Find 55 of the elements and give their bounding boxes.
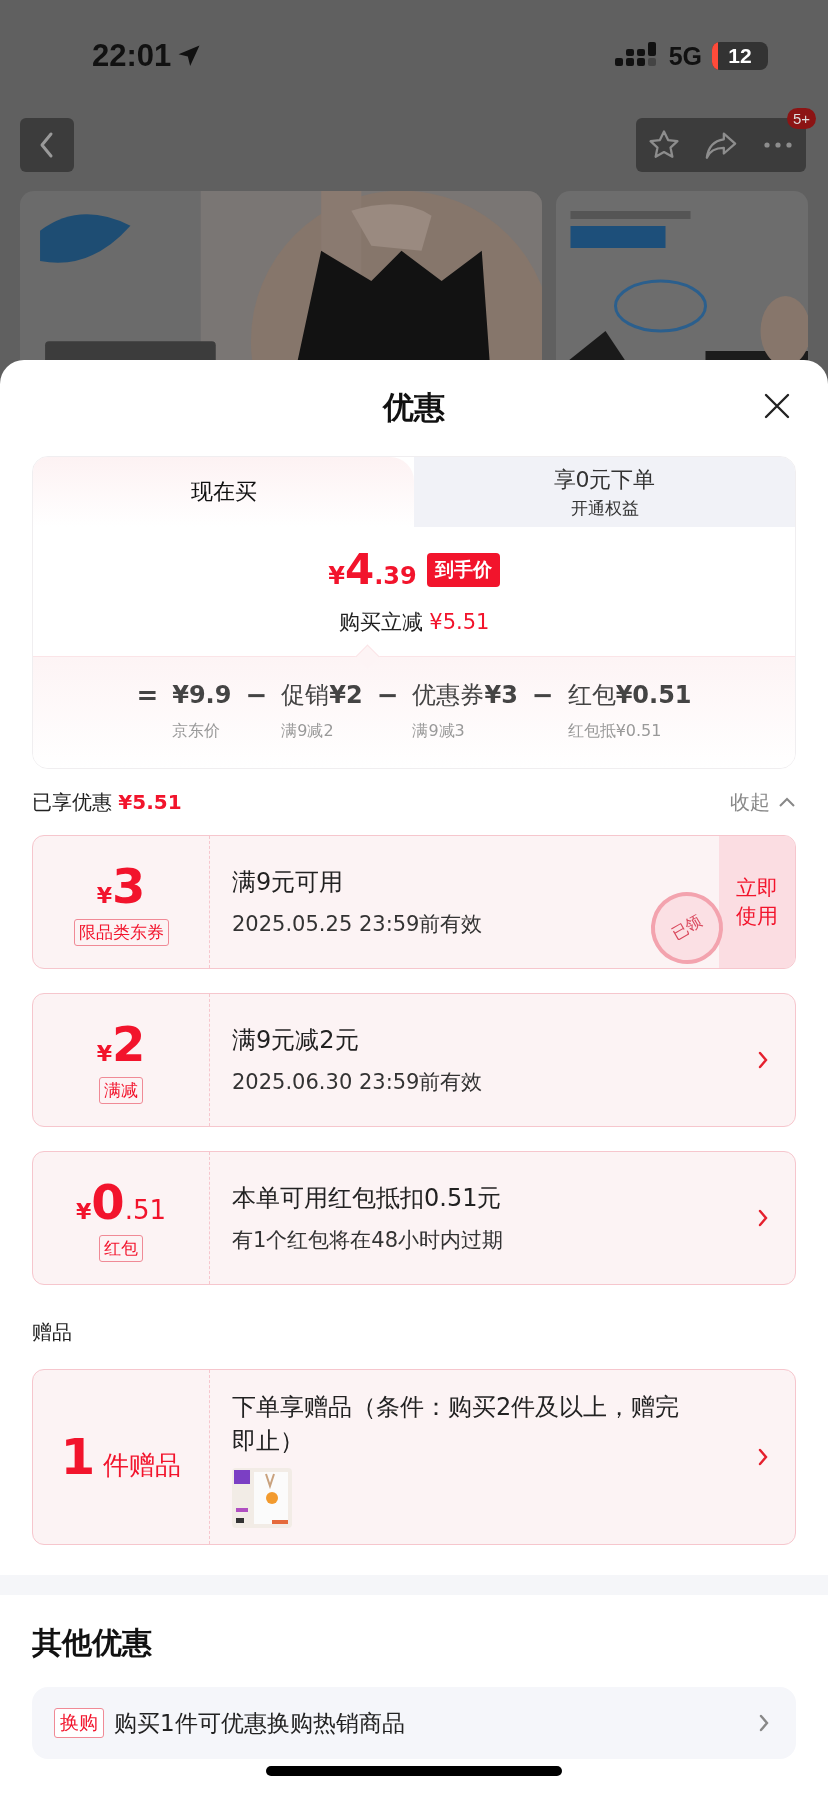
network-label: 5G: [668, 41, 702, 71]
price-note: 京东价: [172, 721, 222, 742]
coupon-amount: ¥2: [96, 1016, 146, 1071]
price-note: 满9减3: [412, 721, 466, 742]
coupon-title: 满9元减2元: [232, 1025, 359, 1056]
operator: =: [136, 679, 159, 711]
operator: −: [245, 679, 268, 711]
chevron-icon: [758, 1713, 770, 1733]
price-note: 满9减2: [281, 721, 335, 742]
operator: −: [376, 679, 399, 711]
price-note: 红包抵¥0.51: [567, 721, 663, 742]
coupon-amount: ¥3: [96, 858, 146, 913]
coupon-card[interactable]: ¥3 限品类东券 满9元可用 2025.05.25 23:59前有效 已领 立即使用: [32, 835, 796, 969]
notification-badge: 5+: [786, 108, 816, 129]
sheet-title: 优惠: [383, 388, 445, 427]
coupon-title: 满9元可用: [232, 867, 344, 898]
chevron-icon: [757, 1447, 769, 1467]
coupon-tag: 限品类东券: [73, 918, 169, 946]
coupon-tag: 满减: [99, 1076, 143, 1104]
tab[interactable]: 享0元下单 开通权益: [414, 457, 795, 527]
price-component: 促销¥2: [281, 680, 363, 711]
chevron-icon: [757, 1050, 769, 1070]
offer-row[interactable]: 换购 购买1件可优惠换购热销商品: [32, 1687, 796, 1759]
collapse-button[interactable]: 收起: [730, 788, 796, 816]
status-time: 22:01: [92, 38, 172, 74]
section-label: 赠品: [32, 1319, 73, 1346]
coupon-validity: 2025.06.30 23:59前有效: [232, 1069, 483, 1096]
offer-text: 购买1件可优惠换购热销商品: [114, 1708, 406, 1738]
section-label: 已享优惠 ¥5.51: [32, 788, 182, 816]
offer-tag: 换购: [54, 1708, 104, 1738]
close-icon: [764, 393, 790, 419]
coupon-validity: 2025.05.25 23:59前有效: [232, 911, 483, 938]
coupon-tag: 红包: [99, 1234, 143, 1262]
saving-text: 购买立减 ¥5.51: [338, 609, 490, 636]
price-component: 红包¥0.51: [567, 680, 692, 711]
coupon-validity: 有1个红包将在48小时内过期: [232, 1227, 504, 1254]
more-icon: [762, 141, 793, 149]
price-component: ¥9.9: [172, 680, 232, 711]
coupon-title: 本单可用红包抵扣0.51元: [232, 1183, 502, 1214]
close-button[interactable]: [764, 393, 790, 419]
operator: −: [531, 679, 554, 711]
gift-card[interactable]: 1 件赠品 下单享赠品（条件：购买2件及以上，赠完即止）: [32, 1369, 796, 1545]
price-component: 优惠券¥3: [412, 680, 518, 711]
back-button[interactable]: [20, 118, 74, 172]
coupon-amount: ¥0.51: [75, 1174, 167, 1229]
caret-up-icon: [778, 796, 796, 808]
battery-indicator: 12: [712, 42, 768, 70]
gift-description: 下单享赠品（条件：购买2件及以上，赠完即止）: [232, 1392, 681, 1457]
coupon-card[interactable]: ¥0.51 红包 本单可用红包抵扣0.51元 有1个红包将在48小时内过期: [32, 1151, 796, 1285]
final-price: ¥4.39: [328, 545, 417, 594]
coupon-card[interactable]: ¥2 满减 满9元减2元 2025.06.30 23:59前有效: [32, 993, 796, 1127]
chevron-icon: [757, 1208, 769, 1228]
gift-count: 1 件赠品: [60, 1428, 182, 1486]
section-heading: 其他优惠: [32, 1623, 153, 1662]
price-tag: 到手价: [426, 552, 500, 587]
